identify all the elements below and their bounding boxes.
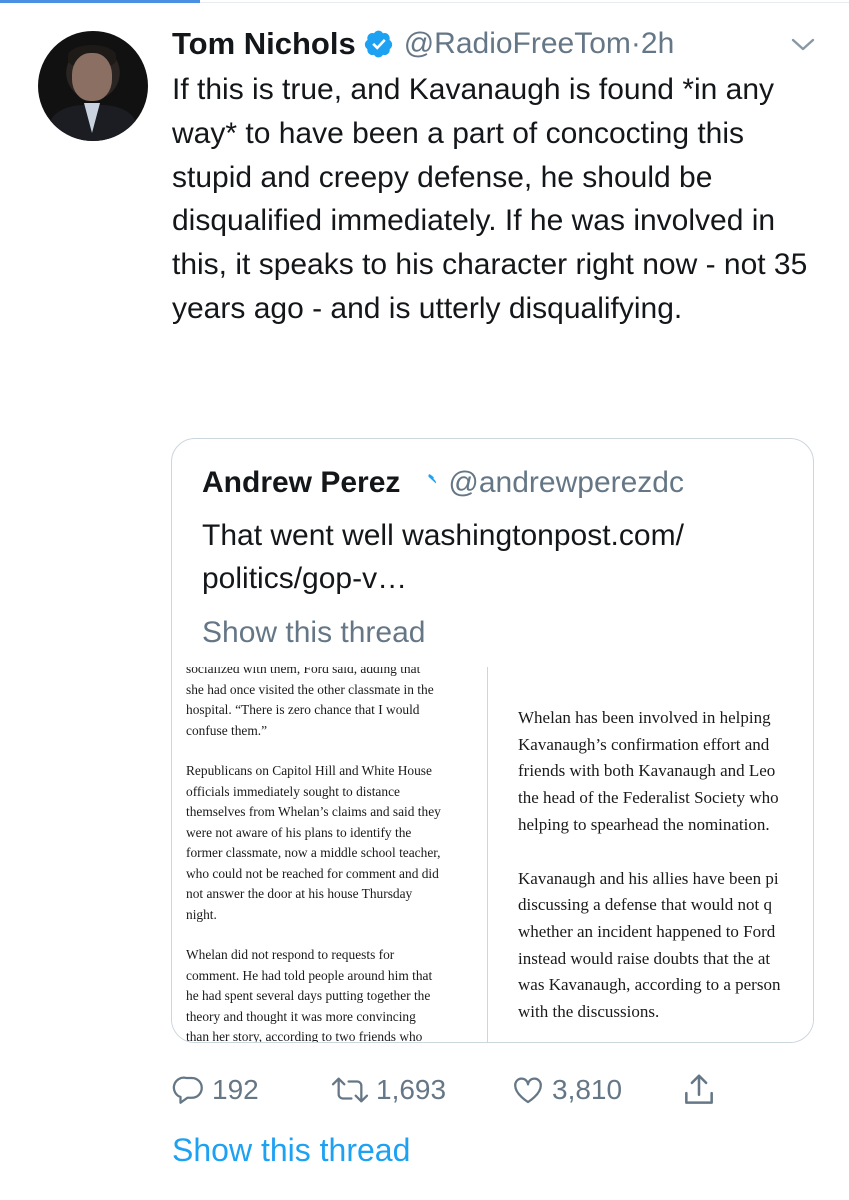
tweet-time[interactable]: 2h xyxy=(641,27,674,60)
article-line: Republicans on Capitol Hill and White Ho… xyxy=(186,763,432,778)
article-line: he had spent several days putting togeth… xyxy=(186,988,431,1003)
article-paragraph: Republicans on Capitol Hill and White Ho… xyxy=(186,761,486,925)
article-line: who could not be reached for comment and… xyxy=(186,865,439,881)
like-count: 3,810 xyxy=(552,1074,623,1105)
tweet-actions: 192 1,693 3,810 xyxy=(172,1068,732,1112)
reply-count: 192 xyxy=(212,1074,259,1105)
quoted-show-thread-link[interactable]: Show this thread xyxy=(202,616,425,650)
top-progress-line xyxy=(0,0,200,3)
quoted-tweet-header: Andrew Perez @andrewperezdc xyxy=(202,461,684,505)
article-line: former classmate, now a middle school te… xyxy=(186,845,441,860)
chevron-down-icon[interactable] xyxy=(790,36,816,54)
article-line: she had once visited the other classmate… xyxy=(186,681,434,697)
heart-icon xyxy=(514,1077,542,1104)
verified-badge-icon xyxy=(364,30,392,58)
article-line: socialized with them, Ford said, adding … xyxy=(186,667,421,676)
retweet-icon xyxy=(331,1077,369,1103)
article-line: was Kavanaugh, according to a person xyxy=(518,975,781,995)
article-line: Kavanaugh’s confirmation effort and xyxy=(518,734,770,754)
article-line: instead would raise doubts that the at xyxy=(518,948,771,968)
article-line: whether an incident happened to Ford xyxy=(518,921,776,941)
article-line: comment. He had told people around him t… xyxy=(186,967,433,983)
article-column-divider xyxy=(487,667,488,1042)
article-line: confuse them.” xyxy=(186,722,268,738)
article-line: Whelan did not respond to requests for xyxy=(186,947,395,962)
article-line: with the discussions. xyxy=(518,1002,660,1022)
article-line: hospital. “There is zero chance that I w… xyxy=(186,702,420,717)
avatar[interactable] xyxy=(38,31,148,141)
quoted-author-name: Andrew Perez xyxy=(202,466,401,499)
avatar-face xyxy=(72,53,112,101)
quoted-author-handle: @andrewperezdc xyxy=(448,466,684,499)
author-name[interactable]: Tom Nichols xyxy=(172,26,356,62)
top-divider xyxy=(200,2,849,3)
article-paragraph: socialized with them, Ford said, adding … xyxy=(186,667,486,741)
quoted-tweet-text: That went well washingtonpost.com/ polit… xyxy=(202,519,684,595)
tweet-text: If this is true, and Kavanaugh is found … xyxy=(172,73,808,325)
time-separator: · xyxy=(630,27,641,60)
author-handle[interactable]: @RadioFreeTom·2h xyxy=(404,27,675,61)
article-paragraph: Kavanaugh and his allies have been pi dis… xyxy=(518,866,813,1026)
article-right-column: Whelan has been involved in helping Kavan… xyxy=(518,705,813,1042)
quoted-tweet-card[interactable]: Andrew Perez @andrewperezdc That went we… xyxy=(171,438,814,1043)
reply-icon xyxy=(172,1076,203,1104)
share-button[interactable] xyxy=(680,1068,724,1112)
article-line: Kavanaugh and his allies have been pi xyxy=(518,868,779,888)
article-paragraph: Whelan has been involved in helping Kavan… xyxy=(518,705,813,839)
like-button[interactable]: 3,810 xyxy=(510,1068,622,1112)
article-line: helping to spearhead the nomination. xyxy=(518,814,770,834)
article-line: Whelan has been involved in helping xyxy=(518,708,771,727)
article-line: not answer the door at his house Thursda… xyxy=(186,886,413,901)
article-left-column: socialized with them, Ford said, adding … xyxy=(186,667,486,1042)
retweet-button[interactable]: 1,693 xyxy=(330,1068,446,1112)
article-line: were not aware of his plans to identify … xyxy=(186,824,412,840)
retweet-count: 1,693 xyxy=(376,1074,447,1105)
article-paragraph: Whelan did not respond to requests for co… xyxy=(186,945,486,1042)
reply-button[interactable]: 192 xyxy=(172,1068,259,1112)
tweet-header: Tom Nichols @RadioFreeTom·2h xyxy=(172,24,674,64)
article-line: night. xyxy=(186,906,217,922)
verified-badge-icon xyxy=(416,474,437,489)
show-thread-link[interactable]: Show this thread xyxy=(172,1132,410,1169)
article-line: officials immediately sought to distance xyxy=(186,783,400,799)
article-line: discussing a defense that would not q xyxy=(518,895,773,915)
article-line: theory and thought it was more convincin… xyxy=(186,1008,416,1024)
article-line: themselves from Whelan’s claims and said… xyxy=(186,804,441,819)
article-line: than her story, according to two friends… xyxy=(186,1029,423,1042)
article-line: friends with both Kavanaugh and Leo xyxy=(518,761,776,781)
share-icon xyxy=(685,1074,713,1104)
article-line: the head of the Federalist Society who xyxy=(518,788,779,808)
article-screenshot-image: socialized with them, Ford said, adding … xyxy=(172,667,813,1042)
